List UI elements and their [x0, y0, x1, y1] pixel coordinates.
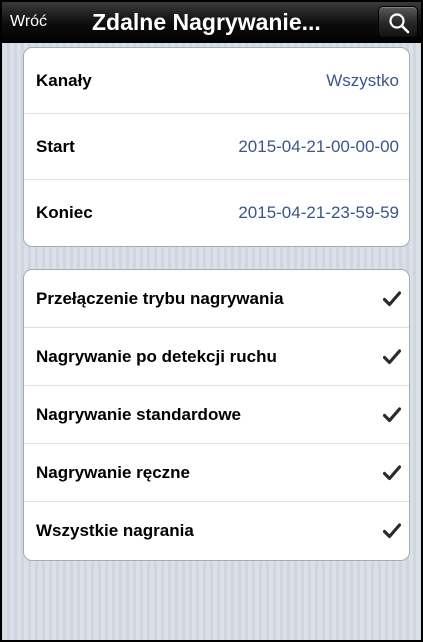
page-title: Zdalne Nagrywanie...: [92, 9, 321, 35]
search-icon: [389, 13, 410, 34]
record-type-label: Wszystkie nagrania: [36, 521, 194, 540]
filter-settings-group: Kanały Wszystko Start 2015-04-21-00-00-0…: [23, 47, 410, 247]
start-label: Start: [36, 136, 75, 156]
record-type-group: Przełączenie trybu nagrywania Nagrywanie…: [23, 269, 410, 561]
checkmark-icon: [383, 406, 401, 422]
back-button[interactable]: Wróć: [10, 11, 47, 33]
record-type-item[interactable]: Nagrywanie ręczne: [24, 444, 409, 502]
end-value: 2015-04-21-23-59-59: [238, 203, 399, 222]
app-frame: Wróć Zdalne Nagrywanie... Kanały Wszystk…: [0, 0, 423, 642]
checkmark-icon: [383, 348, 401, 364]
record-type-label: Nagrywanie po detekcji ruchu: [36, 346, 277, 366]
start-value: 2015-04-21-00-00-00: [238, 136, 399, 156]
record-type-item[interactable]: Nagrywanie standardowe: [24, 386, 409, 444]
record-type-item[interactable]: Przełączenie trybu nagrywania: [24, 270, 409, 328]
record-type-label: Przełączenie trybu nagrywania: [36, 288, 284, 308]
end-label: Koniec: [36, 203, 93, 222]
start-row[interactable]: Start 2015-04-21-00-00-00: [24, 114, 409, 180]
search-button[interactable]: [378, 6, 418, 38]
channels-row[interactable]: Kanały Wszystko: [24, 48, 409, 114]
channels-value: Wszystko: [326, 70, 399, 90]
record-type-label: Nagrywanie ręczne: [36, 462, 191, 482]
record-type-label: Nagrywanie standardowe: [36, 404, 242, 424]
end-row[interactable]: Koniec 2015-04-21-23-59-59: [24, 180, 409, 246]
navigation-bar: Wróć Zdalne Nagrywanie...: [2, 2, 421, 43]
checkmark-icon: [383, 464, 401, 480]
record-type-item[interactable]: Wszystkie nagrania: [24, 502, 409, 560]
channels-label: Kanały: [36, 70, 92, 90]
checkmark-icon: [383, 523, 401, 539]
record-type-item[interactable]: Nagrywanie po detekcji ruchu: [24, 328, 409, 386]
checkmark-icon: [383, 290, 401, 306]
